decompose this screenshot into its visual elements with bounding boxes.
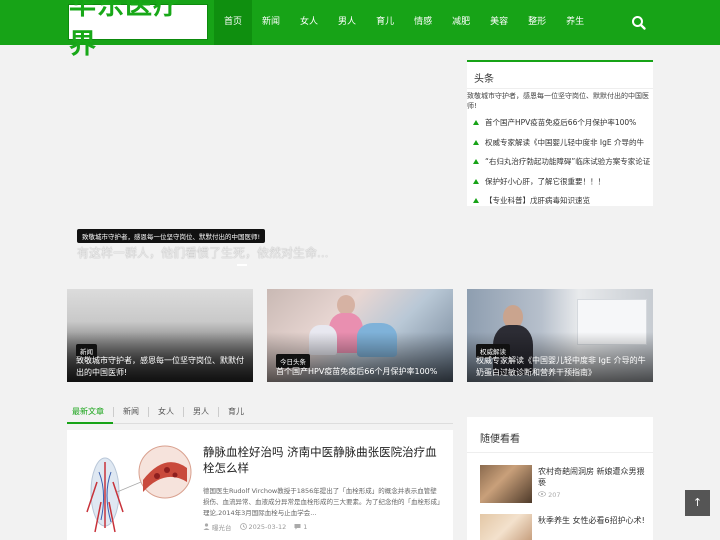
- eye-icon: [538, 491, 548, 499]
- headline-item[interactable]: 首个国产HPV疫苗免疫后66个月保护率100%: [467, 113, 653, 133]
- article-title[interactable]: 静脉血栓好治吗 济南中医静脉曲张医院治疗血栓怎么样: [203, 444, 443, 476]
- person-figure: [337, 295, 355, 315]
- logo-text: 华东医疗界: [69, 0, 181, 60]
- comment-count: 1: [303, 523, 308, 531]
- view-count: 207: [538, 491, 561, 499]
- nav-item-home[interactable]: 首页: [214, 0, 253, 45]
- sidebar-thumbnail: [480, 514, 532, 540]
- article-tabs: 最新文章 新闻 女人 男人 育儿: [67, 402, 453, 424]
- headline-list: 首个国产HPV疫苗免疫后66个月保护率100% 权威专家解读《中国婴儿轻中度非 …: [467, 113, 653, 211]
- sidebar-item-title: 秋季养生 女性必看6招护心术!: [538, 516, 645, 525]
- feature-card-3[interactable]: 权威解读 权威专家解读《中国婴儿轻中度非 IgE 介导的牛奶蛋白过敏诊断和营养干…: [467, 289, 653, 382]
- tab-parenting[interactable]: 育儿: [219, 402, 253, 422]
- nav-item-cosmetic[interactable]: 整形: [518, 0, 556, 45]
- main-nav: 首页 新闻 女人 男人 育儿 情感 减肥 美容 整形 养生: [214, 0, 594, 45]
- slider-dots: [237, 264, 247, 266]
- sidebar-thumbnail: [480, 465, 532, 503]
- hero-tag: 致敬城市守护者，感恩每一位坚守岗位、默默付出的中国医师!: [77, 229, 266, 243]
- feature-card-1[interactable]: 新闻 致敬城市守护者，感恩每一位坚守岗位、默默付出的中国医师!: [67, 289, 253, 382]
- nav-item-men[interactable]: 男人: [328, 0, 366, 45]
- tab-latest[interactable]: 最新文章: [67, 402, 113, 424]
- search-icon[interactable]: [630, 14, 648, 32]
- sidebar-title: 随便看看: [467, 417, 653, 453]
- headline-item[interactable]: 【专业科普】戊肝病毒知识速览: [467, 191, 653, 211]
- slider-dot[interactable]: [237, 264, 247, 266]
- clock-icon: [239, 522, 247, 532]
- tab-women[interactable]: 女人: [149, 402, 183, 422]
- nav-item-health[interactable]: 养生: [556, 0, 594, 45]
- hero-title[interactable]: 有这样一群人，他们看惯了生死，依然对生命...: [77, 244, 328, 261]
- tab-news[interactable]: 新闻: [114, 402, 148, 422]
- nav-item-news[interactable]: 新闻: [252, 0, 290, 45]
- headline-image[interactable]: 致敬城市守护者，感恩每一位坚守岗位、默默付出的中国医师!: [467, 89, 653, 113]
- card-title: 致敬城市守护者，感恩每一位坚守岗位、默默付出的中国医师!: [76, 356, 244, 377]
- nav-item-diet[interactable]: 减肥: [442, 0, 480, 45]
- card-title: 首个国产HPV疫苗免疫后66个月保护率100%: [276, 367, 438, 376]
- nav-item-emotion[interactable]: 情感: [404, 0, 442, 45]
- nav-item-women[interactable]: 女人: [290, 0, 328, 45]
- nav-item-parenting[interactable]: 育儿: [366, 0, 404, 45]
- back-to-top-button[interactable]: ↑: [685, 490, 710, 516]
- sidebar-item-title: 农村奇葩闹洞房 新娘遭众男猥亵: [538, 467, 645, 487]
- feature-card-2[interactable]: 今日头条 首个国产HPV疫苗免疫后66个月保护率100%: [267, 289, 453, 382]
- headline-item[interactable]: “右归丸治疗勃起功能障碍”临床试验方案专家论证: [467, 152, 653, 172]
- site-logo[interactable]: 华东医疗界: [68, 0, 208, 60]
- article-meta: 曝光台 2025-03-12 1: [203, 522, 307, 532]
- top-navbar: 华东医疗界 首页 新闻 女人 男人 育儿 情感 减肥 美容 整形 养生: [0, 0, 720, 60]
- sidebar-item[interactable]: 秋季养生 女性必看6招护心术!: [480, 514, 645, 540]
- article-thumbnail[interactable]: [77, 442, 197, 534]
- article-author[interactable]: 曝光台: [212, 522, 232, 532]
- card-title: 权威专家解读《中国婴儿轻中度非 IgE 介导的牛奶蛋白过敏诊断和营养干预指南》: [476, 356, 646, 377]
- headline-box: 头条 致敬城市守护者，感恩每一位坚守岗位、默默付出的中国医师! 首个国产HPV疫…: [467, 60, 653, 206]
- article-date: 2025-03-12: [248, 523, 287, 531]
- headline-item[interactable]: 保护好小心肝，了解它很重要！！！: [467, 172, 653, 192]
- comment-icon: [294, 523, 301, 532]
- headline-title: 头条: [467, 62, 653, 89]
- user-icon: [203, 522, 210, 532]
- random-reads-box: 随便看看 农村奇葩闹洞房 新娘遭众男猥亵 207 秋季养生 女性必看6招护心术!: [467, 417, 653, 540]
- nav-item-beauty[interactable]: 美容: [480, 0, 518, 45]
- sidebar-item[interactable]: 农村奇葩闹洞房 新娘遭众男猥亵 207: [480, 465, 645, 505]
- article-summary: 德国医生Rudolf Virchow教授于1856年提出了「血栓形成」的概念并表…: [203, 487, 441, 517]
- headline-item[interactable]: 权威专家解读《中国婴儿轻中度非 IgE 介导的牛: [467, 133, 653, 153]
- tab-men[interactable]: 男人: [184, 402, 218, 422]
- article-item: 静脉血栓好治吗 济南中医静脉曲张医院治疗血栓怎么样 德国医生Rudolf Vir…: [67, 430, 453, 540]
- view-count-value: 207: [548, 491, 561, 499]
- hero-slider[interactable]: 致敬城市守护者，感恩每一位坚守岗位、默默付出的中国医师! 有这样一群人，他们看惯…: [67, 60, 453, 270]
